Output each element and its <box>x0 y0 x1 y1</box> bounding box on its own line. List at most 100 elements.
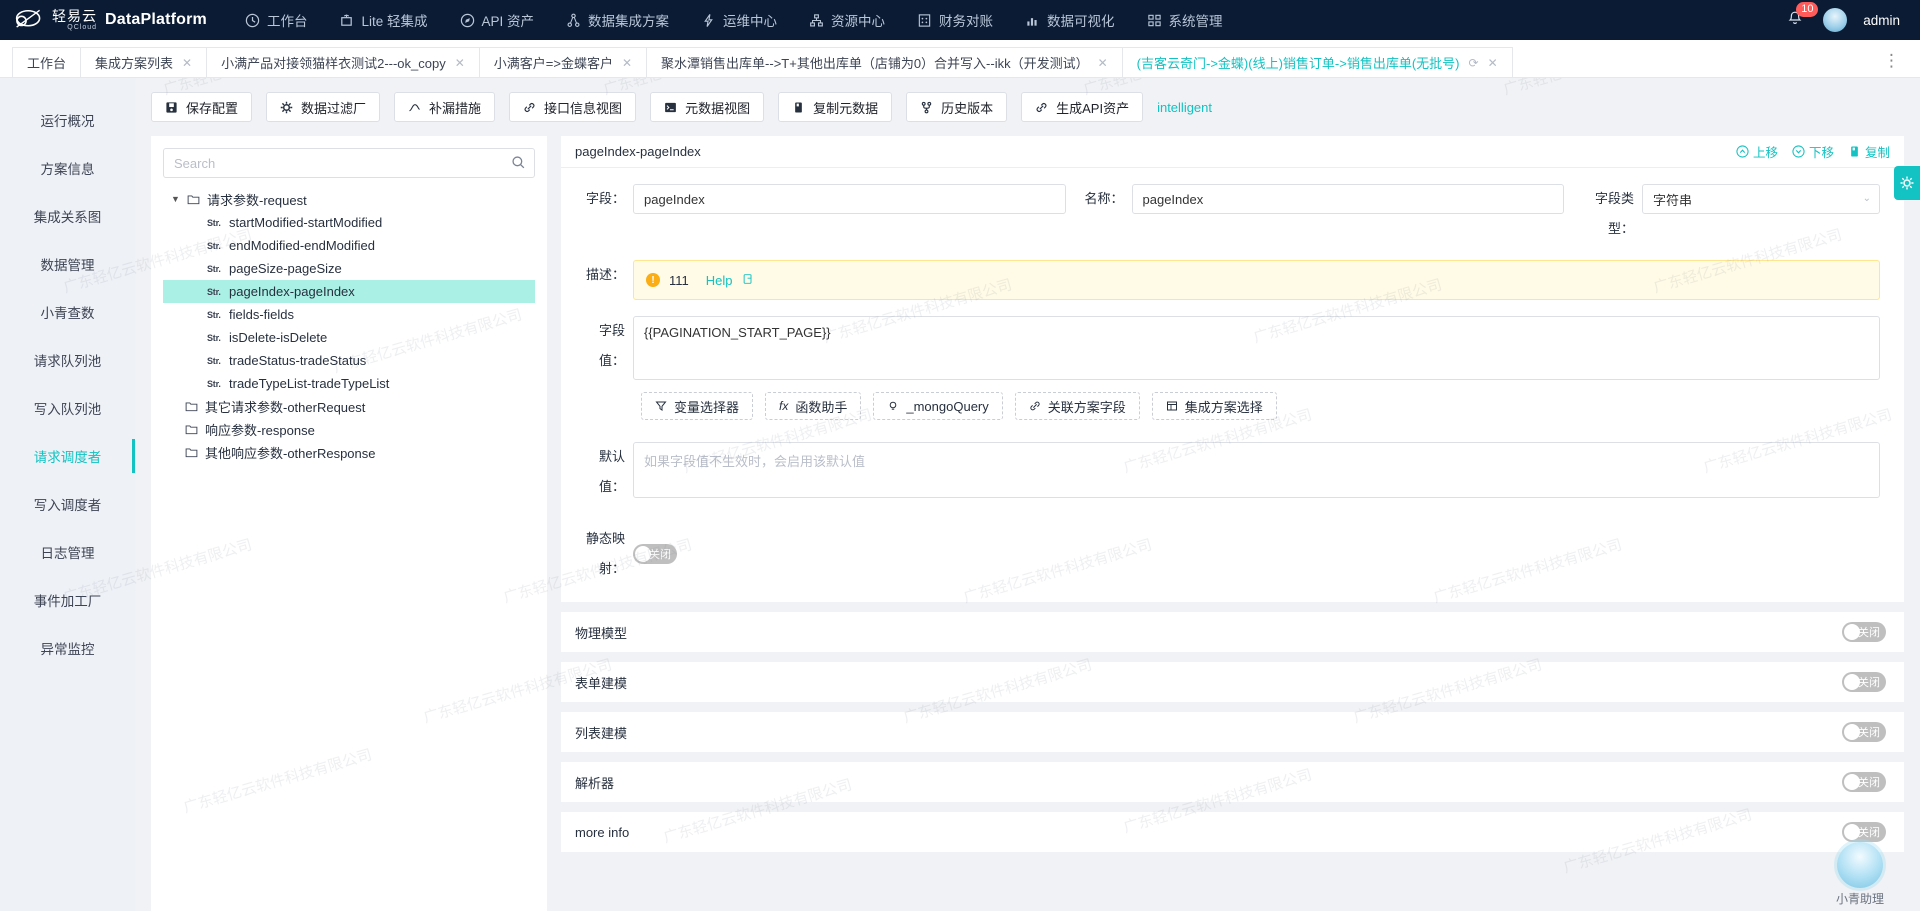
nav-item-workbench[interactable]: 工作台 <box>229 0 324 40</box>
field-type-select[interactable] <box>1642 184 1880 214</box>
sidebar-item-data-management[interactable]: 数据管理 <box>0 240 135 288</box>
nav-item-data-integration[interactable]: 数据集成方案 <box>550 0 685 40</box>
sidebar-item-xiaoqing-query[interactable]: 小青查数 <box>0 288 135 336</box>
field-input[interactable] <box>633 184 1066 214</box>
assistant-widget[interactable]: 小青助理 <box>1814 842 1906 907</box>
section-physical-model[interactable]: 物理模型 关闭 <box>561 612 1904 652</box>
copy-field-button[interactable]: 复制 <box>1848 142 1890 161</box>
search-input[interactable] <box>163 148 535 178</box>
move-down-button[interactable]: 下移 <box>1792 142 1834 161</box>
sidebar-item-event-factory[interactable]: 事件加工厂 <box>0 576 135 624</box>
tab-close-icon[interactable]: ✕ <box>455 56 465 70</box>
name-input[interactable] <box>1132 184 1565 214</box>
save-config-button[interactable]: 保存配置 <box>151 92 252 122</box>
nav-item-system-management[interactable]: 系统管理 <box>1131 0 1239 40</box>
avatar[interactable] <box>1823 8 1847 32</box>
sidebar-item-exception-monitor[interactable]: 异常监控 <box>0 624 135 672</box>
section-more-info[interactable]: more info 关闭 <box>561 812 1904 852</box>
data-filter-button[interactable]: 数据过滤厂 <box>266 92 380 122</box>
section-toggle[interactable]: 关闭 <box>1842 772 1886 792</box>
tree-node-tradeStatus[interactable]: Str. tradeStatus-tradeStatus <box>163 349 535 372</box>
brand-logo[interactable]: 轻易云 QCloud DataPlatform <box>14 7 207 33</box>
section-toggle[interactable]: 关闭 <box>1842 722 1886 742</box>
nav-item-finance-reconciliation[interactable]: 财务对账 <box>901 0 1009 40</box>
copy-metadata-button[interactable]: 复制元数据 <box>778 92 892 122</box>
tab-close-icon[interactable]: ✕ <box>622 56 632 70</box>
mongo-query-button[interactable]: _mongoQuery <box>873 392 1002 420</box>
variable-selector-button[interactable]: 变量选择器 <box>641 392 753 420</box>
sidebar-item-integration-graph[interactable]: 集成关系图 <box>0 192 135 240</box>
tab-xiaoman-customer[interactable]: 小满客户=>金蝶客户 ✕ <box>479 47 647 77</box>
tree-node-response[interactable]: 响应参数-response <box>163 418 535 441</box>
help-link[interactable]: Help <box>706 273 733 288</box>
tab-jushuitan-outbound[interactable]: 聚水潭销售出库单-->T+其他出库单（店铺为0）合并写入--ikk（开发测试） … <box>646 47 1123 77</box>
section-toggle[interactable]: 关闭 <box>1842 822 1886 842</box>
sidebar-item-request-scheduler[interactable]: 请求调度者 <box>0 432 135 480</box>
patch-measures-button[interactable]: 补漏措施 <box>394 92 495 122</box>
tab-close-icon[interactable]: ✕ <box>182 56 192 70</box>
tab-overflow-button[interactable]: ⋮ <box>1865 51 1920 77</box>
notifications-button[interactable]: 10 <box>1785 9 1807 31</box>
sidebar-item-write-scheduler[interactable]: 写入调度者 <box>0 480 135 528</box>
tree-node-pageSize[interactable]: Str. pageSize-pageSize <box>163 257 535 280</box>
tree-node-otherRequest[interactable]: 其它请求参数-otherRequest <box>163 395 535 418</box>
generate-api-asset-button[interactable]: 生成API资产 <box>1021 92 1143 122</box>
nav-item-api-assets[interactable]: API 资产 <box>444 0 551 40</box>
field-value-editor[interactable]: {{PAGINATION_START_PAGE}} <box>633 316 1880 380</box>
sidebar-item-request-queue-pool[interactable]: 请求队列池 <box>0 336 135 384</box>
tree-node-tradeTypeList[interactable]: Str. tradeTypeList-tradeTypeList <box>163 372 535 395</box>
description-row: 描述： ! 111 Help <box>575 260 1880 300</box>
nav-item-resource-center[interactable]: 资源中心 <box>793 0 901 40</box>
tree-node-label: tradeStatus-tradeStatus <box>229 353 366 368</box>
default-value-editor[interactable]: 如果字段值不生效时，会启用该默认值 <box>633 442 1880 498</box>
tab-close-icon[interactable]: ✕ <box>1098 56 1108 70</box>
button-label: 补漏措施 <box>429 98 481 117</box>
copy-icon <box>1848 145 1861 158</box>
sidebar-item-run-overview[interactable]: 运行概况 <box>0 96 135 144</box>
search-icon[interactable] <box>511 155 526 170</box>
section-form-modeling[interactable]: 表单建模 关闭 <box>561 662 1904 702</box>
tree-node-startModified[interactable]: Str. startModified-startModified <box>163 211 535 234</box>
chart-icon <box>1025 13 1040 28</box>
tab-close-icon[interactable]: ✕ <box>1488 56 1498 70</box>
tab-xiaoman-product[interactable]: 小满产品对接领猫样衣测试2---ok_copy ✕ <box>206 47 480 77</box>
integration-plan-select-button[interactable]: 集成方案选择 <box>1152 392 1277 420</box>
username-label[interactable]: admin <box>1863 13 1900 28</box>
move-up-button[interactable]: 上移 <box>1736 142 1778 161</box>
metadata-view-button[interactable]: 元数据视图 <box>650 92 764 122</box>
function-helper-button[interactable]: fx 函数助手 <box>765 392 861 420</box>
tab-workbench[interactable]: 工作台 <box>12 47 81 77</box>
tab-integration-list[interactable]: 集成方案列表 ✕ <box>80 47 207 77</box>
section-list-modeling[interactable]: 列表建模 关闭 <box>561 712 1904 752</box>
tree-node-isDelete[interactable]: Str. isDelete-isDelete <box>163 326 535 349</box>
button-label: 接口信息视图 <box>544 98 622 117</box>
nav-item-data-visualization[interactable]: 数据可视化 <box>1009 0 1131 40</box>
chevron-down-icon[interactable]: ▼ <box>171 195 187 204</box>
section-parser[interactable]: 解析器 关闭 <box>561 762 1904 802</box>
history-version-button[interactable]: 历史版本 <box>906 92 1007 122</box>
button-label: 集成方案选择 <box>1185 397 1263 416</box>
static-mapping-toggle[interactable]: 关闭 <box>633 544 677 564</box>
tree-node-fields[interactable]: Str. fields-fields <box>163 303 535 326</box>
description-text: 111 <box>669 273 689 288</box>
section-toggle[interactable]: 关闭 <box>1842 672 1886 692</box>
settings-rail-button[interactable] <box>1894 166 1920 200</box>
tab-refresh-icon[interactable]: ⟳ <box>1469 56 1479 70</box>
intelligent-link[interactable]: intelligent <box>1157 100 1212 115</box>
sidebar-item-log-management[interactable]: 日志管理 <box>0 528 135 576</box>
section-toggle[interactable]: 关闭 <box>1842 622 1886 642</box>
related-plan-field-button[interactable]: 关联方案字段 <box>1015 392 1140 420</box>
sidebar-item-plan-info[interactable]: 方案信息 <box>0 144 135 192</box>
tree-node-request[interactable]: ▼ 请求参数-request <box>163 188 535 211</box>
tree-node-otherResponse[interactable]: 其他响应参数-otherResponse <box>163 441 535 464</box>
nav-item-ops-center[interactable]: 运维中心 <box>685 0 793 40</box>
tree-node-label: isDelete-isDelete <box>229 330 327 345</box>
sidebar-item-write-queue-pool[interactable]: 写入队列池 <box>0 384 135 432</box>
nav-item-lite[interactable]: Lite 轻集成 <box>323 0 443 40</box>
tree-node-pageIndex[interactable]: Str. pageIndex-pageIndex <box>163 280 535 303</box>
tab-jike-sales-order[interactable]: (吉客云奇门->金蝶)(线上)销售订单->销售出库单(无批号) ⟳ ✕ <box>1122 47 1513 77</box>
interface-info-view-button[interactable]: 接口信息视图 <box>509 92 636 122</box>
tree-node-endModified[interactable]: Str. endModified-endModified <box>163 234 535 257</box>
external-link-icon[interactable] <box>742 273 754 288</box>
chevron-down-icon[interactable]: ⌄ <box>1863 193 1871 204</box>
